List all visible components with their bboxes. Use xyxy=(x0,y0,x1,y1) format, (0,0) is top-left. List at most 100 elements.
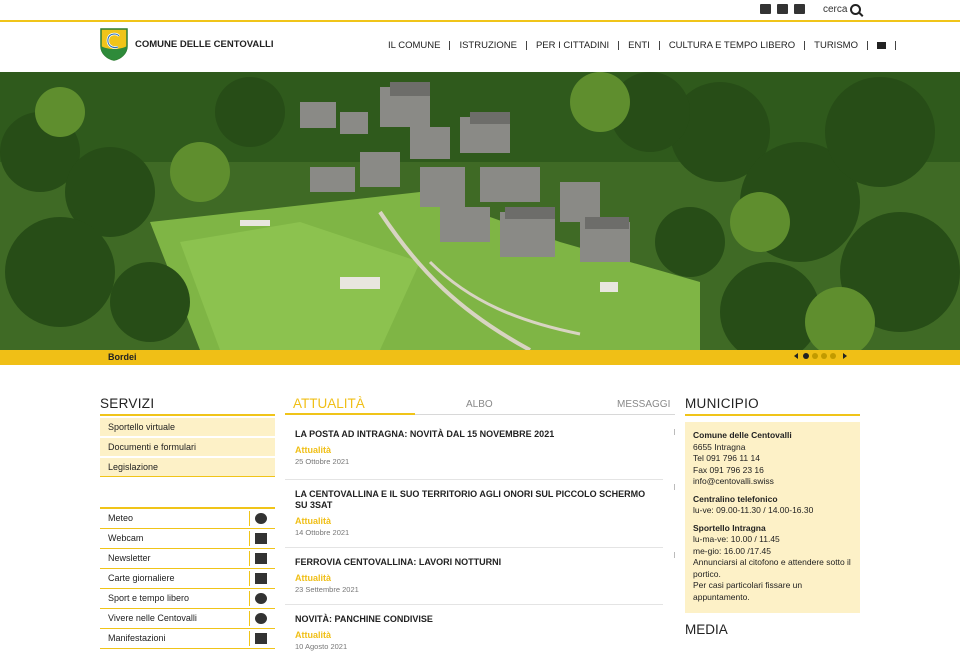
video-camera-icon xyxy=(255,533,267,544)
sportello-hours: me-gio: 16.00 /17.45 xyxy=(693,545,771,556)
newspaper-icon xyxy=(255,553,267,564)
quick-link-newsletter[interactable]: Newsletter xyxy=(100,549,275,569)
search-icon[interactable] xyxy=(850,4,862,15)
municipio-fax: Fax 091 796 23 16 xyxy=(693,464,764,475)
mail-icon[interactable] xyxy=(777,4,788,14)
centralino-hours: lu-ve: 09.00-11.30 / 14.00-16.30 xyxy=(693,505,814,515)
servizi-link-documenti[interactable]: Documenti e formulari xyxy=(100,438,275,458)
briefcase-icon[interactable] xyxy=(760,4,771,14)
quick-link-sport[interactable]: Sport e tempo libero xyxy=(100,589,275,609)
municipio-name: Comune delle Centovalli xyxy=(693,430,792,440)
quick-link-label[interactable]: Newsletter xyxy=(108,553,151,563)
main-nav: IL COMUNE ISTRUZIONE PER I CITTADINI ENT… xyxy=(381,41,896,50)
servizi-link-legislazione[interactable]: Legislazione xyxy=(100,458,275,477)
tab-messaggi[interactable]: MESSAGGI xyxy=(617,399,670,410)
servizi-link-sportello[interactable]: Sportello virtuale xyxy=(100,418,275,438)
divider xyxy=(249,631,250,646)
news-panel: ATTUALITÀ ALBO MESSAGGI LA POSTA AD INTR… xyxy=(285,396,675,664)
slideshow-caption-bar: Bordei xyxy=(0,350,960,365)
nav-item-istruzione[interactable]: ISTRUZIONE xyxy=(450,41,527,50)
quick-link-label[interactable]: Sport e tempo libero xyxy=(108,593,189,603)
divider xyxy=(249,611,250,626)
hero-slideshow[interactable] xyxy=(0,72,960,350)
news-category[interactable]: Attualità xyxy=(295,516,653,526)
news-tabs: ATTUALITÀ ALBO MESSAGGI xyxy=(285,396,675,415)
coat-of-arms-logo[interactable] xyxy=(100,28,128,61)
top-bar: cerca xyxy=(0,0,960,22)
quick-link-webcam[interactable]: Webcam xyxy=(100,529,275,549)
news-item[interactable]: LA CENTOVALLINA E IL SUO TERRITORIO AGLI… xyxy=(285,480,675,548)
slide-caption: Bordei xyxy=(108,352,137,362)
nav-item-turismo[interactable]: TURISMO xyxy=(805,41,868,50)
news-category[interactable]: Attualità xyxy=(295,573,653,583)
slide-dot[interactable] xyxy=(830,353,836,359)
slide-dot[interactable] xyxy=(812,353,818,359)
nav-item-contact[interactable] xyxy=(868,41,896,50)
sportello-title: Sportello Intragna xyxy=(693,522,766,533)
search-link[interactable]: cerca xyxy=(823,4,862,15)
camera-icon[interactable] xyxy=(794,4,805,14)
active-tab-indicator xyxy=(285,413,415,415)
slide-dot[interactable] xyxy=(821,353,827,359)
slide-dot[interactable] xyxy=(803,353,809,359)
site-name[interactable]: COMUNE DELLE CENTOVALLI xyxy=(135,39,273,50)
centralino-title: Centralino telefonico xyxy=(693,493,778,504)
quick-link-label[interactable]: Webcam xyxy=(108,533,143,543)
news-item[interactable]: FERROVIA CENTOVALLINA: LAVORI NOTTURNI A… xyxy=(285,548,675,605)
servizi-panel: SERVIZI Sportello virtuale Documenti e f… xyxy=(100,396,275,477)
quick-link-manifestazioni[interactable]: Manifestazioni xyxy=(100,629,275,649)
previous-arrow-icon[interactable] xyxy=(794,353,798,359)
quick-link-meteo[interactable]: Meteo xyxy=(100,509,275,529)
envelope-icon[interactable] xyxy=(876,41,886,49)
municipio-title: MUNICIPIO xyxy=(685,396,860,416)
news-date: 10 Agosto 2021 xyxy=(295,642,348,651)
soccer-ball-icon xyxy=(255,593,267,604)
news-title[interactable]: FERROVIA CENTOVALLINA: LAVORI NOTTURNI xyxy=(295,557,653,568)
news-title[interactable]: LA POSTA AD INTRAGNA: NOVITÀ DAL 15 NOVE… xyxy=(295,429,653,440)
sportello-hours: lu-ma-ve: 10.00 / 11.45 xyxy=(693,534,780,544)
media-title: MEDIA xyxy=(685,622,728,637)
quick-link-label[interactable]: Vivere nelle Centovalli xyxy=(108,613,197,623)
tab-attualita[interactable]: ATTUALITÀ xyxy=(293,396,365,411)
cloud-icon xyxy=(255,513,267,524)
train-icon xyxy=(255,573,267,584)
news-title[interactable]: LA CENTOVALLINA E IL SUO TERRITORIO AGLI… xyxy=(295,489,653,511)
divider xyxy=(249,571,250,586)
quick-link-carte-giornaliere[interactable]: Carte giornaliere xyxy=(100,569,275,589)
quick-link-label[interactable]: Meteo xyxy=(108,513,133,523)
divider xyxy=(674,484,675,490)
municipio-panel: MUNICIPIO Comune delle Centovalli 6655 I… xyxy=(685,396,860,613)
divider xyxy=(674,552,675,558)
divider xyxy=(249,511,250,526)
news-date: 14 Ottobre 2021 xyxy=(295,528,350,537)
nav-item-per-i-cittadini[interactable]: PER I CITTADINI xyxy=(527,41,620,50)
divider xyxy=(249,591,250,606)
header: COMUNE DELLE CENTOVALLI IL COMUNE ISTRUZ… xyxy=(0,22,960,72)
news-title[interactable]: NOVITÀ: PANCHINE CONDIVISE xyxy=(295,614,653,625)
quick-link-label[interactable]: Carte giornaliere xyxy=(108,573,175,583)
servizi-quick-links: Meteo Webcam Newsletter Carte giornalier… xyxy=(100,507,275,649)
nav-item-il-comune[interactable]: IL COMUNE xyxy=(381,41,451,50)
news-category[interactable]: Attualità xyxy=(295,630,653,640)
municipio-address: 6655 Intragna xyxy=(693,441,746,452)
top-icons xyxy=(760,4,805,14)
news-category[interactable]: Attualità xyxy=(295,445,653,455)
quick-link-label[interactable]: Manifestazioni xyxy=(108,633,166,643)
municipio-email[interactable]: info@centovalli.swiss xyxy=(693,476,852,488)
news-item[interactable]: NOVITÀ: PANCHINE CONDIVISE Attualità 10 … xyxy=(285,605,663,664)
search-label[interactable]: cerca xyxy=(823,4,847,15)
news-item[interactable]: LA POSTA AD INTRAGNA: NOVITÀ DAL 15 NOVE… xyxy=(285,425,675,480)
nav-item-cultura[interactable]: CULTURA E TEMPO LIBERO xyxy=(660,41,806,50)
news-date: 23 Settembre 2021 xyxy=(295,585,359,594)
news-list: LA POSTA AD INTRAGNA: NOVITÀ DAL 15 NOVE… xyxy=(285,425,675,664)
divider xyxy=(249,531,250,546)
tab-albo[interactable]: ALBO xyxy=(466,399,493,410)
municipio-tel[interactable]: Tel 091 796 11 14 xyxy=(693,453,852,465)
news-date: 25 Ottobre 2021 xyxy=(295,457,350,466)
nav-item-enti[interactable]: ENTI xyxy=(619,41,660,50)
divider xyxy=(674,429,675,435)
next-arrow-icon[interactable] xyxy=(843,353,847,359)
quick-link-vivere[interactable]: Vivere nelle Centovalli xyxy=(100,609,275,629)
servizi-links: Sportello virtuale Documenti e formulari… xyxy=(100,418,275,477)
servizi-title: SERVIZI xyxy=(100,396,275,416)
